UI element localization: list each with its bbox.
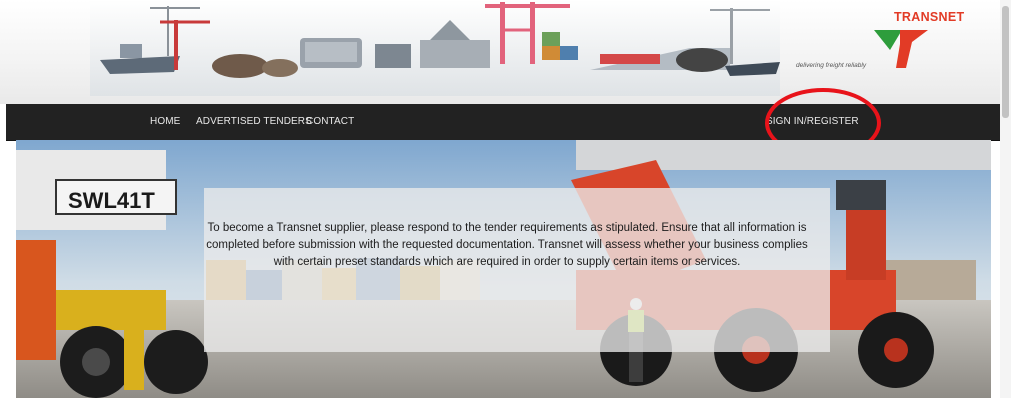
nav-home-link[interactable]: HOME xyxy=(150,104,180,140)
brand-tagline: delivering freight reliably xyxy=(796,62,867,69)
transnet-logo-text: TRANSNET xyxy=(894,10,965,24)
supplier-info-text: To become a Transnet supplier, please re… xyxy=(206,222,808,268)
nav-contact-link[interactable]: CONTACT xyxy=(306,104,354,140)
page-scrollbar[interactable] xyxy=(1000,0,1011,398)
freight-collage-image xyxy=(90,0,780,96)
header-banner: TRANSNET delivering freight reliably xyxy=(0,0,1000,104)
scrollbar-thumb[interactable] xyxy=(1002,6,1009,118)
nav-signin-register-link[interactable]: SIGN IN/REGISTER xyxy=(766,104,859,140)
main-navigation: HOME ADVERTISED TENDERS CONTACT SIGN IN/… xyxy=(6,104,1000,141)
nav-advertised-tenders-link[interactable]: ADVERTISED TENDERS xyxy=(196,104,312,140)
machine-label: SWL41T xyxy=(68,188,155,213)
transnet-logo-icon xyxy=(874,30,928,68)
